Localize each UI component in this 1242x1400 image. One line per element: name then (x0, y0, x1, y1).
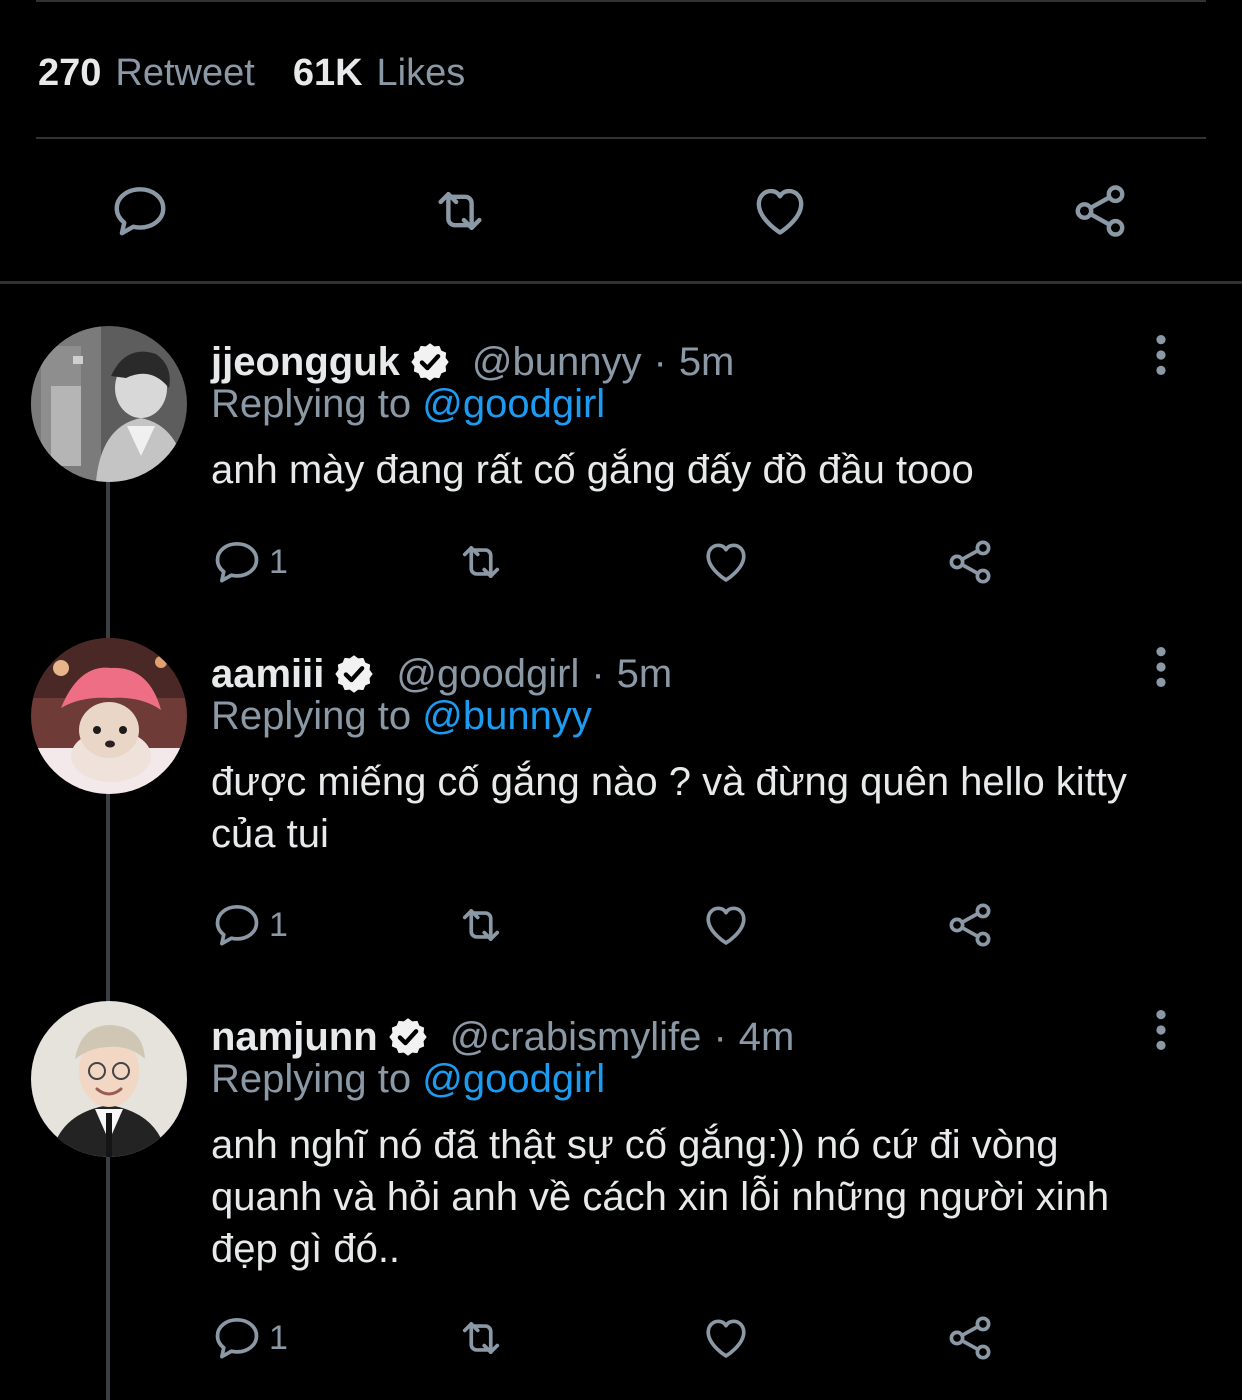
reply-icon (211, 536, 263, 588)
retweet-count[interactable]: 270 (38, 52, 101, 95)
thread-divider (0, 281, 1242, 284)
tweet-text: được miếng cố gắng nào ? và đừng quên he… (211, 760, 1127, 856)
replying-to-label: Replying to (211, 694, 412, 738)
timestamp[interactable]: 5m (617, 652, 673, 697)
share-icon (944, 1312, 996, 1364)
tweet-actions: 1 (0, 536, 1242, 588)
replying-to-label: Replying to (211, 382, 412, 426)
replying-to-label: Replying to (211, 1057, 412, 1101)
username[interactable]: @bunnyy (472, 340, 642, 385)
more-options-button[interactable] (1146, 646, 1176, 688)
reply-button[interactable]: 1 (211, 1312, 288, 1364)
like-icon (700, 899, 752, 951)
reply-count: 1 (269, 542, 288, 581)
replying-to: Replying to @bunnyy (211, 694, 592, 739)
share-icon (944, 536, 996, 588)
tweet-actions: 1 (0, 899, 1242, 951)
reply-icon (211, 899, 263, 951)
retweet-icon (455, 1312, 507, 1364)
verified-badge-icon (386, 1015, 430, 1059)
more-vertical-icon (1146, 334, 1176, 376)
separator: · (591, 651, 605, 696)
thread-line (106, 794, 110, 1001)
like-icon (749, 180, 811, 242)
display-name[interactable]: namjunn (211, 1015, 378, 1060)
like-button[interactable] (700, 899, 752, 951)
mention-link[interactable]: @goodgirl (422, 1057, 605, 1101)
more-vertical-icon (1146, 1009, 1176, 1051)
tweet-stats: 270 Retweet 61K Likes (38, 48, 465, 98)
retweet-button[interactable] (455, 536, 507, 588)
avatar[interactable] (31, 1001, 187, 1157)
avatar-image (31, 326, 187, 482)
avatar[interactable] (31, 326, 187, 482)
like-label[interactable]: Likes (377, 52, 466, 95)
display-name[interactable]: jjeongguk (211, 340, 400, 385)
reply-button[interactable]: 1 (211, 899, 288, 951)
share-icon (1069, 180, 1131, 242)
retweet-label[interactable]: Retweet (115, 52, 254, 95)
main-tweet-actions (0, 180, 1242, 242)
mention-link[interactable]: @bunnyy (422, 694, 592, 738)
reply-button[interactable]: 1 (211, 536, 288, 588)
main-like-button[interactable] (749, 180, 811, 242)
replying-to: Replying to @goodgirl (211, 382, 605, 427)
tweet-text: anh nghĩ nó đã thật sự cố gắng:)) nó cứ … (211, 1123, 1110, 1271)
mention-link[interactable]: @goodgirl (422, 382, 605, 426)
share-button[interactable] (944, 899, 996, 951)
main-share-button[interactable] (1069, 180, 1131, 242)
timestamp[interactable]: 5m (679, 340, 735, 385)
retweet-button[interactable] (455, 1312, 507, 1364)
like-button[interactable] (700, 1312, 752, 1364)
avatar-image (31, 638, 187, 794)
reply-icon (211, 1312, 263, 1364)
more-options-button[interactable] (1146, 334, 1176, 376)
separator: · (713, 1014, 727, 1059)
separator: · (653, 339, 667, 384)
like-icon (700, 536, 752, 588)
tweet-actions: 1 (0, 1312, 1242, 1364)
share-icon (944, 899, 996, 951)
top-divider (36, 0, 1206, 2)
reply-count: 1 (269, 905, 288, 944)
avatar-image (31, 1001, 187, 1157)
verified-badge-icon (408, 340, 452, 384)
like-icon (700, 1312, 752, 1364)
stats-divider (36, 137, 1206, 139)
like-button[interactable] (700, 536, 752, 588)
retweet-icon (429, 180, 491, 242)
more-options-button[interactable] (1146, 1009, 1176, 1051)
like-count[interactable]: 61K (293, 52, 363, 95)
more-vertical-icon (1146, 646, 1176, 688)
reply-icon (109, 180, 171, 242)
display-name[interactable]: aamiii (211, 652, 324, 697)
retweet-icon (455, 899, 507, 951)
reply-count: 1 (269, 1318, 288, 1357)
replying-to: Replying to @goodgirl (211, 1057, 605, 1102)
retweet-button[interactable] (455, 899, 507, 951)
username[interactable]: @goodgirl (396, 652, 579, 697)
main-reply-button[interactable] (109, 180, 171, 242)
share-button[interactable] (944, 536, 996, 588)
tweet-text: anh mày đang rất cố gắng đấy đồ đầu tooo (211, 448, 974, 492)
avatar[interactable] (31, 638, 187, 794)
share-button[interactable] (944, 1312, 996, 1364)
verified-badge-icon (332, 652, 376, 696)
retweet-icon (455, 536, 507, 588)
username[interactable]: @crabismylife (450, 1015, 702, 1060)
timestamp[interactable]: 4m (739, 1015, 795, 1060)
main-retweet-button[interactable] (429, 180, 491, 242)
